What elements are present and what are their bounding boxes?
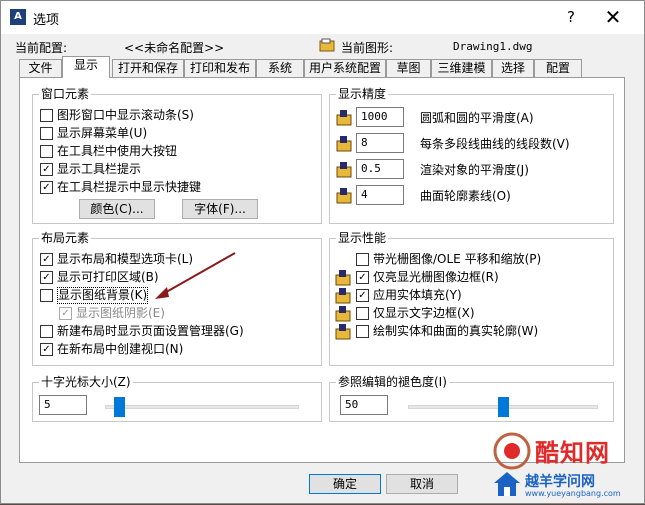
watermark-brand: 酷知网 [535, 439, 610, 467]
watermark-site: 越羊学问网 [525, 474, 595, 490]
cancel-button[interactable]: 取消 [386, 474, 458, 494]
tab-display[interactable]: 显示 [62, 56, 110, 78]
ok-button[interactable]: 确定 [309, 474, 381, 494]
options-dialog: A 选项 ? ✕ 当前配置: <<未命名配置>> 当前图形: Drawing1.… [0, 0, 645, 504]
watermark-logo-icon [493, 432, 531, 470]
watermark-house-icon [494, 472, 520, 496]
watermark: 酷知网 越羊学问网 www.yueyangbang.com [491, 431, 641, 503]
watermark-url: www.yueyangbang.com [525, 489, 621, 498]
